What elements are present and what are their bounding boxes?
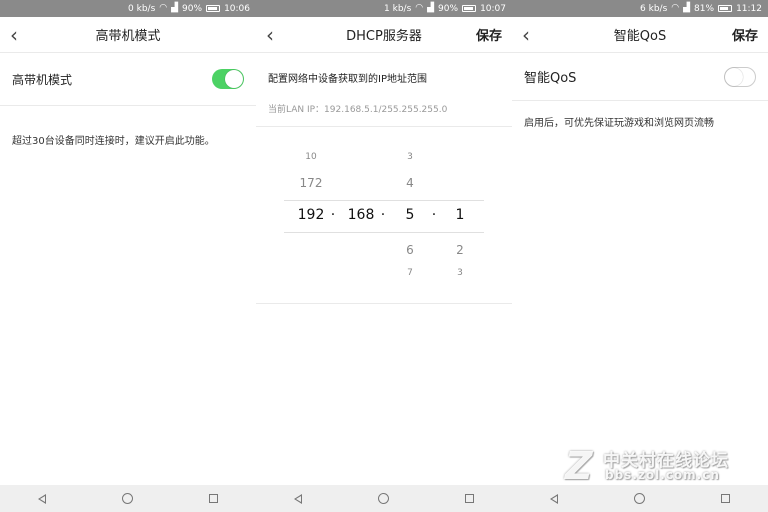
status-bar: 1 kb/s ◠ ▟ 90% 10:07: [256, 0, 512, 17]
nav-back-icon[interactable]: [38, 493, 46, 504]
picker-selection-line-bottom: [284, 232, 484, 233]
signal-icon: ▟: [171, 3, 179, 13]
clock: 11:12: [736, 3, 762, 14]
battery-percent: 90%: [182, 3, 203, 14]
battery-percent: 90%: [438, 3, 459, 14]
toggle-knob: [725, 67, 743, 86]
wifi-icon: ◠: [415, 3, 424, 13]
setting-description: 超过30台设备同时连接时，建议开启此功能。: [12, 136, 215, 147]
setting-row-smart-qos: 智能QoS: [512, 53, 768, 101]
page-title: 高带机模式: [95, 29, 161, 44]
picker-col3-item[interactable]: 3: [390, 152, 430, 162]
network-speed: 6 kb/s: [640, 3, 668, 14]
panel-smart-qos: 6 kb/s ◠ ▟ 81% 11:12 ‹ 智能QoS 保存 智能QoS 启用…: [512, 0, 768, 512]
signal-icon: ▟: [683, 3, 691, 13]
battery-icon: [718, 5, 733, 12]
picker-col4-item[interactable]: 3: [440, 268, 480, 278]
toggle-knob: [225, 70, 243, 88]
setting-description: 启用后，可优先保证玩游戏和浏览网页流畅: [524, 118, 714, 129]
nav-home-icon[interactable]: [122, 493, 133, 504]
battery-icon: [462, 5, 477, 12]
wifi-icon: ◠: [671, 3, 680, 13]
panel-dhcp-server: 1 kb/s ◠ ▟ 90% 10:07 ‹ DHCP服务器 保存 配置网络中设…: [256, 0, 512, 512]
title-bar: ‹ DHCP服务器 保存: [256, 17, 512, 53]
status-bar: 6 kb/s ◠ ▟ 81% 11:12: [512, 0, 768, 17]
nav-back-icon[interactable]: [294, 493, 302, 504]
android-nav-bar: [0, 485, 256, 512]
clock: 10:06: [224, 3, 250, 14]
picker-col3-item[interactable]: 7: [390, 268, 430, 278]
panel-high-device-mode: 0 kb/s ◠ ▟ 90% 10:06 ‹ 高带机模式 高带机模式 超过30台…: [0, 0, 256, 512]
ip-range-heading: 配置网络中设备获取到的IP地址范围: [268, 74, 427, 85]
picker-selection-line-top: [284, 200, 484, 201]
clock: 10:07: [480, 3, 506, 14]
smart-qos-toggle[interactable]: [724, 66, 756, 87]
network-speed: 1 kb/s: [384, 3, 412, 14]
save-button[interactable]: 保存: [732, 25, 758, 44]
title-bar: ‹ 智能QoS 保存: [512, 17, 768, 53]
high-device-mode-toggle[interactable]: [212, 69, 244, 89]
nav-back-icon[interactable]: [550, 493, 558, 504]
setting-label: 智能QoS: [524, 71, 577, 86]
picker-col4-selected[interactable]: 1: [440, 207, 480, 223]
nav-recents-icon[interactable]: [209, 494, 218, 503]
watermark-url: bbs.zol.com.cn: [605, 468, 720, 482]
nav-recents-icon[interactable]: [465, 494, 474, 503]
nav-home-icon[interactable]: [378, 493, 389, 504]
network-speed: 0 kb/s: [128, 3, 156, 14]
picker-col4-item[interactable]: 2: [440, 243, 480, 257]
page-title: 智能QoS: [613, 29, 667, 44]
battery-fill: [208, 7, 218, 10]
android-nav-bar: [256, 485, 512, 512]
picker-col1-item[interactable]: 10: [291, 152, 331, 162]
zol-watermark: Z 中关村在线论坛 bbs.zol.com.cn: [565, 446, 765, 490]
battery-icon: [206, 5, 221, 12]
setting-label: 高带机模式: [12, 72, 73, 87]
picker-col1-item[interactable]: 172: [291, 176, 331, 190]
picker-col3-item[interactable]: 6: [390, 243, 430, 257]
title-bar: ‹ 高带机模式: [0, 17, 256, 53]
save-button[interactable]: 保存: [476, 25, 502, 44]
battery-fill: [464, 7, 474, 10]
ip-address-picker[interactable]: 10 172 192 · 168 · 3 4 5 6 7 · 1 2 3: [256, 128, 512, 304]
wifi-icon: ◠: [159, 3, 168, 13]
picker-col3-item[interactable]: 4: [390, 176, 430, 190]
divider: [256, 126, 512, 127]
nav-home-icon[interactable]: [634, 493, 645, 504]
watermark-logo-letter: Z: [565, 444, 593, 488]
setting-row-high-device-mode: 高带机模式: [0, 53, 256, 106]
battery-percent: 81%: [694, 3, 715, 14]
signal-icon: ▟: [427, 3, 435, 13]
page-title: DHCP服务器: [346, 29, 422, 44]
current-lan-ip: 当前LAN IP：192.168.5.1/255.255.255.0: [268, 105, 448, 115]
nav-recents-icon[interactable]: [721, 494, 730, 503]
battery-fill: [720, 7, 729, 10]
status-bar: 0 kb/s ◠ ▟ 90% 10:06: [0, 0, 256, 17]
